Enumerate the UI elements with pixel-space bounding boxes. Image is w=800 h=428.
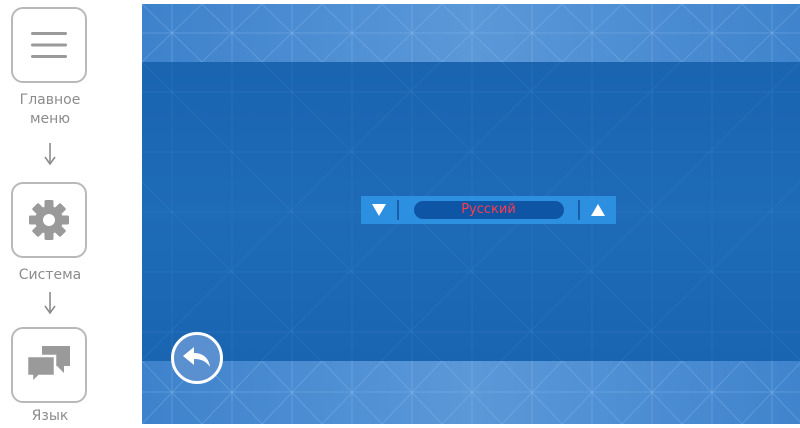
breadcrumb-system-label: Система bbox=[18, 267, 82, 283]
language-next-button[interactable] bbox=[580, 196, 616, 224]
page: Главное меню Система Язык Русский bbox=[0, 0, 800, 428]
hamburger-menu-icon bbox=[31, 32, 67, 58]
gear-icon bbox=[29, 200, 69, 240]
breadcrumb-language-tile[interactable] bbox=[11, 327, 87, 403]
language-selector: Русский bbox=[361, 196, 616, 224]
breadcrumb-main-menu-tile[interactable] bbox=[11, 7, 87, 83]
language-prev-button[interactable] bbox=[361, 196, 397, 224]
breadcrumb-main-menu-label-line2: меню bbox=[29, 111, 71, 127]
language-value: Русский bbox=[413, 201, 564, 219]
screen-bottom-band bbox=[142, 361, 800, 424]
screen-top-band bbox=[142, 4, 800, 62]
breadcrumb: Главное меню Система Язык bbox=[0, 0, 100, 428]
breadcrumb-language-label: Язык bbox=[31, 408, 69, 424]
arrow-down-icon bbox=[44, 292, 56, 315]
language-value-container: Русский bbox=[399, 201, 578, 219]
chat-bubbles-icon bbox=[25, 346, 70, 387]
breadcrumb-system-tile[interactable] bbox=[11, 182, 87, 258]
breadcrumb-main-menu-label: Главное меню bbox=[0, 91, 100, 129]
back-arrow-icon bbox=[183, 347, 210, 367]
triangle-up-icon bbox=[591, 204, 605, 216]
breadcrumb-main-menu-label-line1: Главное bbox=[19, 92, 81, 108]
diamond-pattern bbox=[142, 361, 800, 424]
diamond-pattern bbox=[142, 4, 800, 62]
arrow-down-icon bbox=[44, 143, 56, 166]
back-button[interactable] bbox=[171, 332, 223, 384]
device-screen: Русский bbox=[142, 4, 800, 424]
triangle-down-icon bbox=[372, 204, 386, 216]
